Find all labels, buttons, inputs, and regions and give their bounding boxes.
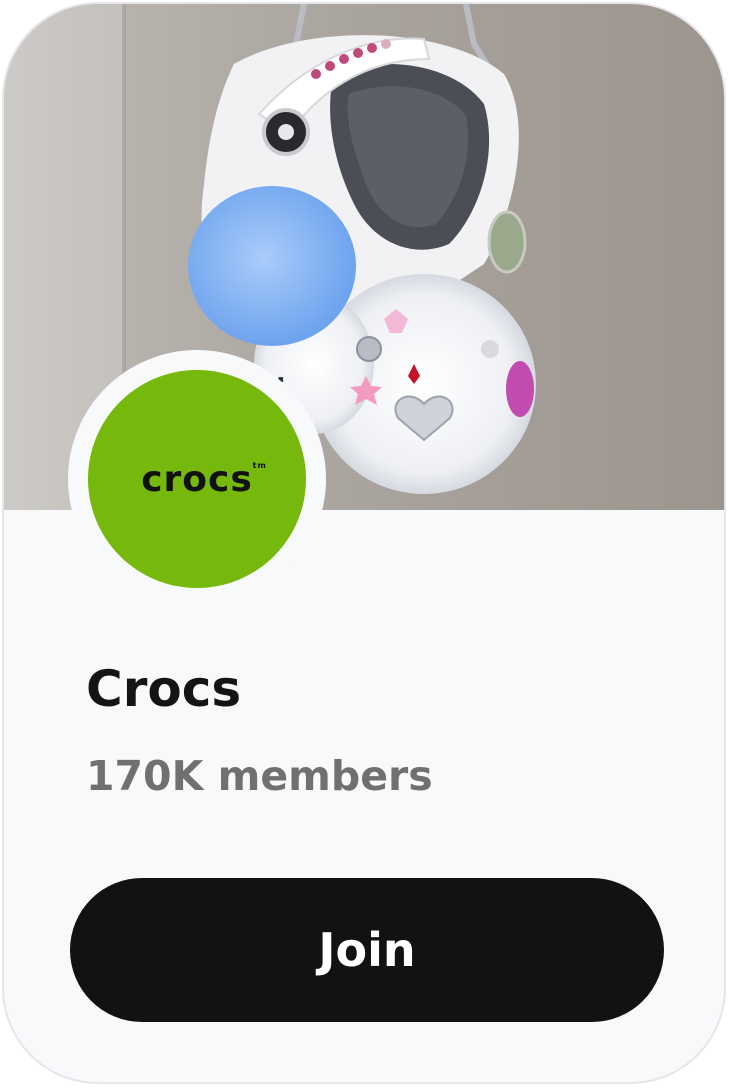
member-count: 170K members [86,752,433,800]
community-avatar: crocs tm [88,370,306,588]
community-name: Crocs [86,660,242,718]
community-card[interactable]: .. crocs tm Crocs 170K members Join [2,2,726,1084]
brand-logo: crocs tm [141,458,266,500]
brand-logo-trademark: tm [252,460,267,470]
brand-logo-text: crocs [141,458,253,500]
join-button[interactable]: Join [70,878,664,1022]
